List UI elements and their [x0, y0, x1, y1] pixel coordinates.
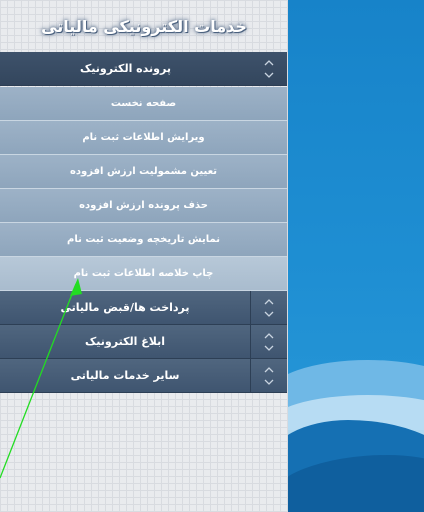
- submenu-item-vat-eligibility[interactable]: تعیین مشمولیت ارزش افزوده: [0, 155, 287, 189]
- submenu-item-registration-history[interactable]: نمایش تاریخچه وضعیت ثبت نام: [0, 223, 287, 257]
- submenu-item-delete-vat-file[interactable]: حذف پرونده ارزش افزوده: [0, 189, 287, 223]
- menu-section-notification[interactable]: ابلاغ الکترونیک: [0, 325, 287, 359]
- background-panel: [288, 0, 424, 512]
- menu-section-label: سایر خدمات مالیاتی: [70, 369, 180, 382]
- up-down-chevron-icon[interactable]: [251, 52, 287, 85]
- submenu-item-print-registration-summary[interactable]: چاپ خلاصه اطلاعات ثبت نام: [0, 257, 287, 291]
- up-down-chevron-icon[interactable]: [250, 359, 287, 392]
- menu-section-payments[interactable]: پرداخت ها/قبض مالیاتی: [0, 291, 287, 325]
- page-title: خدمات الکترونیکی مالیاتی: [41, 16, 247, 36]
- page-header: خدمات الکترونیکی مالیاتی: [0, 0, 288, 52]
- up-down-chevron-icon[interactable]: [250, 325, 287, 358]
- menu-section-electronic-file[interactable]: پرونده الکترونیک: [0, 52, 287, 86]
- submenu-item-home[interactable]: صفحه نخست: [0, 87, 287, 121]
- menu-section-other-services[interactable]: سایر خدمات مالیاتی: [0, 359, 287, 393]
- menu-section-label: پرداخت ها/قبض مالیاتی: [60, 301, 190, 314]
- submenu-item-edit-registration[interactable]: ویرایش اطلاعات ثبت نام: [0, 121, 287, 155]
- menu-section-label: ابلاغ الکترونیک: [85, 335, 165, 348]
- menu-section-label: پرونده الکترونیک: [80, 62, 171, 75]
- up-down-chevron-icon[interactable]: [250, 291, 287, 324]
